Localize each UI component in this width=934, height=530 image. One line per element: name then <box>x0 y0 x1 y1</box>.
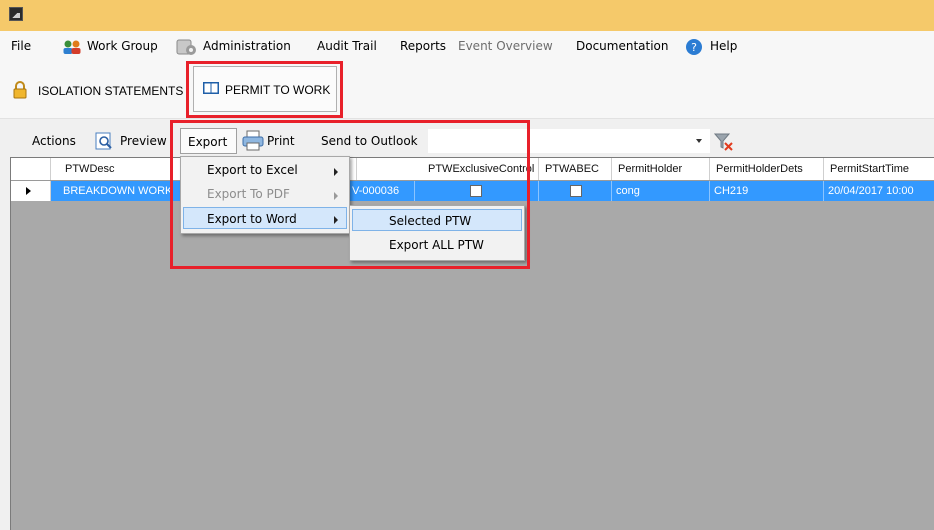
cell-permit-start-time[interactable]: 20/04/2017 10:00 <box>824 181 934 201</box>
ptwabec-checkbox[interactable] <box>570 185 582 197</box>
ribbon-tabs: ISOLATION STATEMENTS <box>0 61 934 119</box>
app-icon <box>9 7 23 21</box>
menu-help[interactable]: Help <box>710 31 737 61</box>
menu-audit-trail[interactable]: Audit Trail <box>317 31 377 61</box>
padlock-icon <box>12 81 28 102</box>
users-icon <box>62 39 82 58</box>
highlight-box-permit-tab <box>186 61 343 118</box>
current-row-arrow-icon <box>26 187 31 195</box>
preview-icon <box>95 132 113 153</box>
menu-administration[interactable]: Administration <box>203 31 291 61</box>
tab-isolation-statements[interactable]: ISOLATION STATEMENTS <box>38 71 183 111</box>
header-row-selector <box>11 158 51 180</box>
admin-gear-icon <box>176 38 198 59</box>
help-icon: ? <box>685 38 703 59</box>
highlight-box-export-menu <box>170 120 530 269</box>
menu-bar: File Work Group Administration Audit Tra… <box>0 31 934 61</box>
menu-reports[interactable]: Reports <box>400 31 446 61</box>
column-header-ptwabec[interactable]: PTWABEC <box>539 158 612 180</box>
cell-permit-holder-dets[interactable]: CH219 <box>710 181 824 201</box>
svg-text:?: ? <box>691 41 697 54</box>
menu-work-group[interactable]: Work Group <box>87 31 158 61</box>
title-bar <box>0 0 934 31</box>
cell-permit-holder[interactable]: cong <box>612 181 710 201</box>
filter-clear-icon[interactable] <box>713 133 734 154</box>
row-selector[interactable] <box>11 181 51 201</box>
preview-button[interactable]: Preview <box>120 126 167 156</box>
column-header-permit-holder-dets[interactable]: PermitHolderDets <box>710 158 824 180</box>
column-header-permit-holder[interactable]: PermitHolder <box>612 158 710 180</box>
menu-documentation[interactable]: Documentation <box>576 31 669 61</box>
cell-ptwabec[interactable] <box>539 181 612 201</box>
combo-chevron-down-icon[interactable] <box>696 139 702 143</box>
menu-file[interactable]: File <box>11 31 31 61</box>
menu-event-overview[interactable]: Event Overview <box>458 31 553 61</box>
actions-button[interactable]: Actions <box>32 126 76 156</box>
column-header-permit-start-time[interactable]: PermitStartTime <box>824 158 934 180</box>
